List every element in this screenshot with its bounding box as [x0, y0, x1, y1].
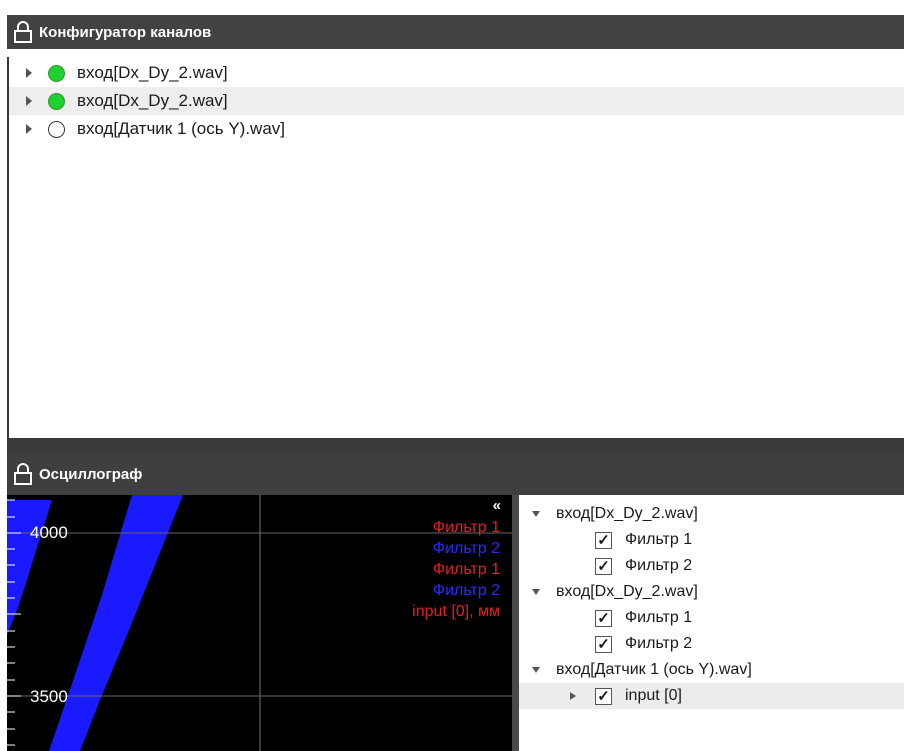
- tree-item[interactable]: ✓ input [0]: [519, 683, 904, 709]
- collapse-arrow-icon[interactable]: [532, 589, 540, 595]
- double-chevron-left-icon[interactable]: «: [493, 497, 501, 514]
- tree-item[interactable]: ✓ Фильтр 1: [519, 605, 904, 631]
- tree-group-label: вход[Dx_Dy_2.wav]: [556, 505, 698, 522]
- tree-item[interactable]: ✓ Фильтр 2: [519, 553, 904, 579]
- panel-title: Осциллограф: [39, 465, 143, 483]
- tree-item-label: Фильтр 2: [625, 557, 693, 574]
- expand-arrow-icon[interactable]: [570, 692, 576, 700]
- checkbox[interactable]: ✓: [595, 557, 612, 575]
- oscillograph-header: Осциллограф: [7, 453, 904, 495]
- channel-label: вход[Датчик 1 (ось Y).wav]: [77, 119, 286, 138]
- status-dot-active-icon: [48, 92, 65, 110]
- tree-item[interactable]: ✓ Фильтр 2: [519, 631, 904, 657]
- tree-item-label: Фильтр 2: [625, 635, 693, 652]
- legend-entry: input [0], мм: [412, 603, 500, 620]
- collapse-arrow-icon[interactable]: [532, 511, 540, 517]
- legend-entry: Фильтр 1: [432, 561, 500, 578]
- panel-title: Конфигуратор каналов: [39, 23, 212, 41]
- trace-band: [7, 500, 52, 635]
- channel-configurator-header: Конфигуратор каналов: [7, 15, 904, 49]
- channel-item[interactable]: вход[Датчик 1 (ось Y).wav]: [9, 115, 904, 143]
- channel-list: вход[Dx_Dy_2.wav] вход[Dx_Dy_2.wav] вход…: [7, 57, 904, 438]
- status-dot-active-icon: [48, 64, 65, 82]
- plot-legend: Фильтр 1 Фильтр 2 Фильтр 1 Фильтр 2 inpu…: [412, 517, 500, 622]
- checkbox[interactable]: ✓: [595, 531, 612, 549]
- channel-label: вход[Dx_Dy_2.wav]: [77, 91, 228, 110]
- channel-item[interactable]: вход[Dx_Dy_2.wav]: [9, 59, 904, 87]
- legend-entry: Фильтр 1: [432, 519, 500, 536]
- tree-group-label: вход[Датчик 1 (ось Y).wav]: [556, 661, 752, 678]
- oscillograph-plot[interactable]: 4000 3500 « Фильтр 1 Фильтр 2 Фильтр 1 Ф…: [7, 495, 512, 751]
- expand-arrow-icon[interactable]: [26, 68, 32, 78]
- tree-group[interactable]: вход[Dx_Dy_2.wav]: [519, 579, 904, 605]
- lock-icon[interactable]: [12, 20, 34, 44]
- tree-group[interactable]: вход[Dx_Dy_2.wav]: [519, 501, 904, 527]
- tree-group-label: вход[Dx_Dy_2.wav]: [556, 583, 698, 600]
- tree-item-label: Фильтр 1: [625, 609, 693, 626]
- plot-tree-splitter[interactable]: [512, 495, 519, 751]
- legend-entry: Фильтр 2: [432, 582, 500, 599]
- expand-arrow-icon[interactable]: [26, 96, 32, 106]
- y-axis-label: 3500: [30, 687, 68, 706]
- lock-icon[interactable]: [12, 462, 34, 486]
- channel-label: вход[Dx_Dy_2.wav]: [77, 63, 228, 82]
- tree-item-label: Фильтр 1: [625, 531, 693, 548]
- tree-group[interactable]: вход[Датчик 1 (ось Y).wav]: [519, 657, 904, 683]
- channel-item[interactable]: вход[Dx_Dy_2.wav]: [9, 87, 904, 115]
- expand-arrow-icon[interactable]: [26, 124, 32, 134]
- checkbox[interactable]: ✓: [595, 609, 612, 627]
- collapse-arrow-icon[interactable]: [532, 667, 540, 673]
- checkbox[interactable]: ✓: [595, 687, 612, 705]
- y-axis-label: 4000: [30, 523, 68, 542]
- checkbox[interactable]: ✓: [595, 635, 612, 653]
- legend-entry: Фильтр 2: [432, 540, 500, 557]
- panel-splitter[interactable]: [7, 438, 904, 453]
- status-dot-inactive-icon: [48, 120, 65, 138]
- tree-item-label: input [0]: [625, 687, 682, 704]
- tree-item[interactable]: ✓ Фильтр 1: [519, 527, 904, 553]
- signal-tree: вход[Dx_Dy_2.wav] ✓ Фильтр 1 ✓ Фильтр 2 …: [519, 495, 904, 751]
